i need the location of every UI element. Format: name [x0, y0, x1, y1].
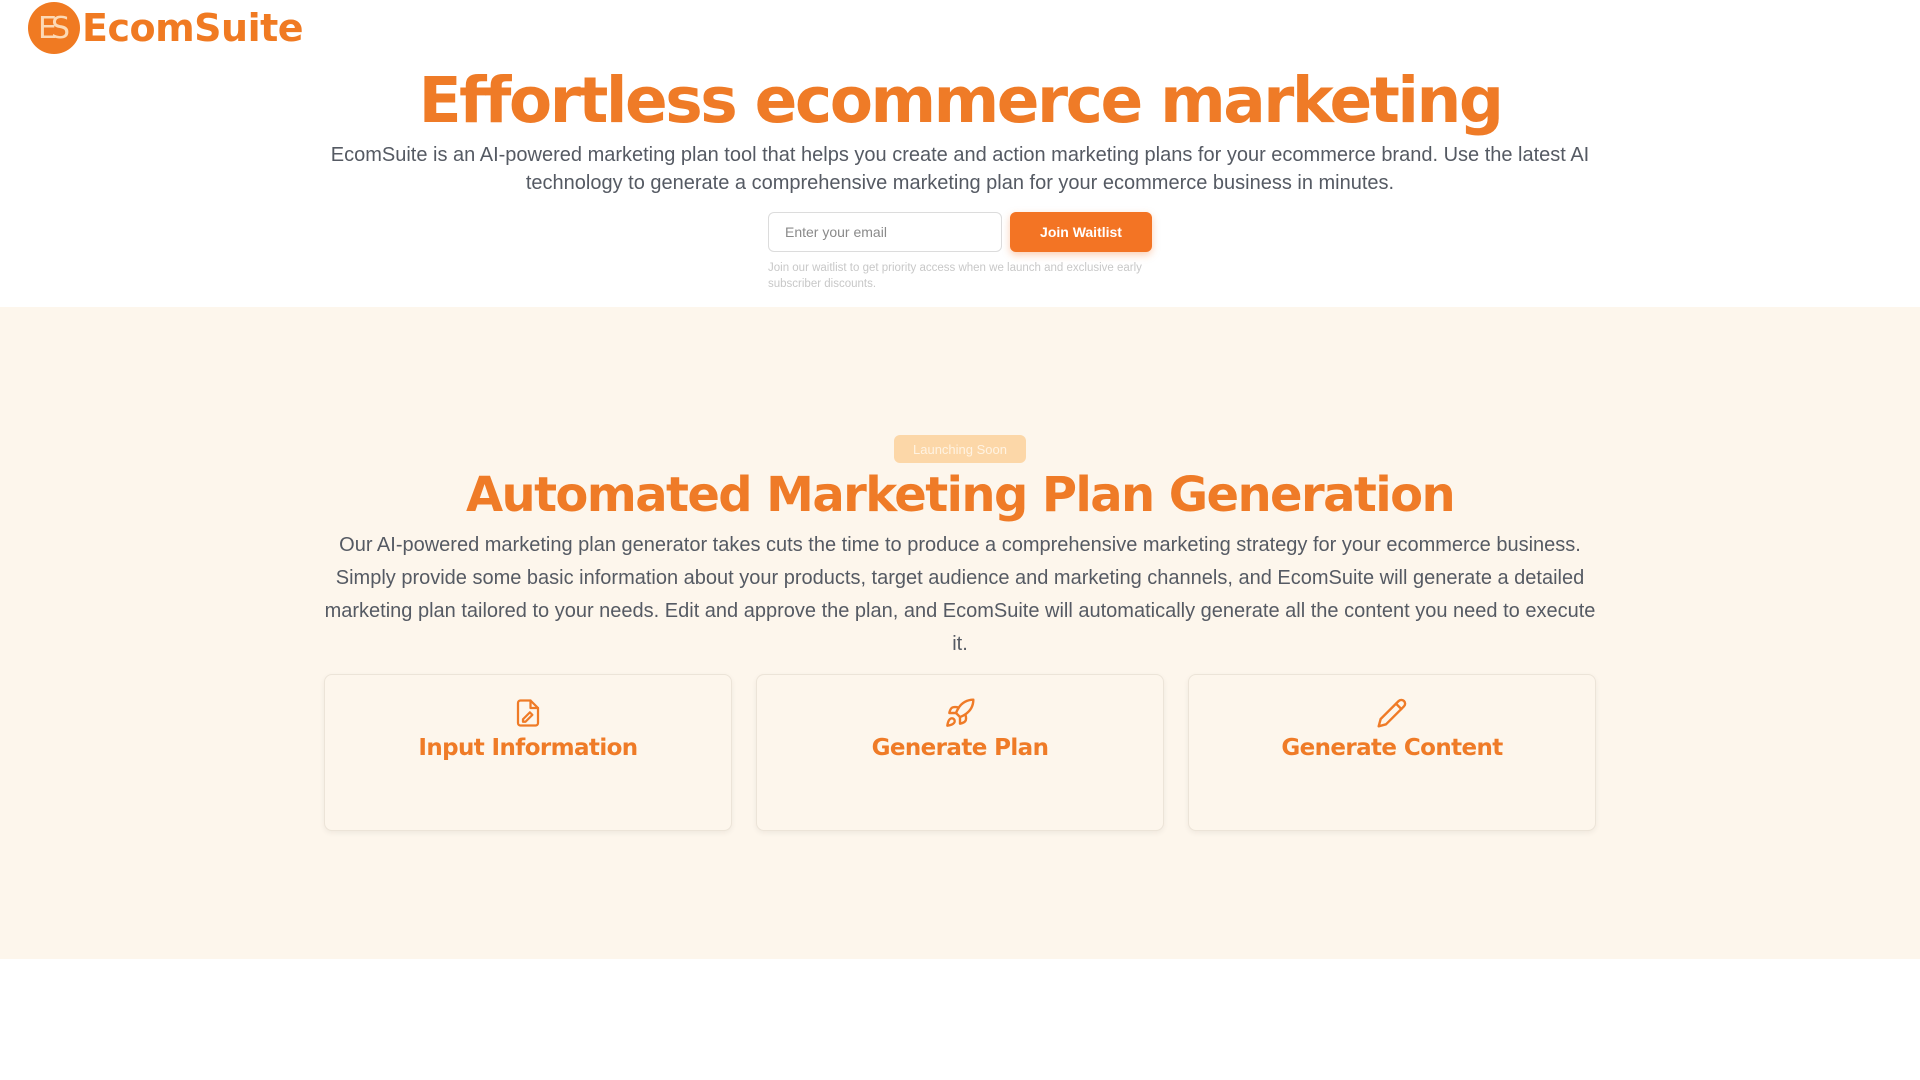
feature-card-generate-plan: Generate Plan — [756, 674, 1164, 831]
waitlist-form: Join Waitlist — [768, 212, 1152, 252]
join-waitlist-button[interactable]: Join Waitlist — [1010, 212, 1152, 252]
hero-description: EcomSuite is an AI-powered marketing pla… — [330, 144, 1590, 194]
feature-section: Launching Soon Automated Marketing Plan … — [0, 307, 1920, 959]
feature-card-generate-content: Generate Content — [1188, 674, 1596, 831]
section-title: Automated Marketing Plan Generation — [465, 467, 1456, 523]
hero-section: Effortless ecommerce marketing EcomSuite… — [0, 0, 1920, 307]
card-title: Input Information — [418, 735, 638, 761]
card-title: Generate Content — [1281, 735, 1503, 761]
pencil-icon — [1189, 697, 1595, 729]
launching-soon-badge: Launching Soon — [894, 435, 1026, 463]
waitlist-note: Join our waitlist to get priority access… — [768, 262, 1142, 290]
section-description: Our AI-powered marketing plan generator … — [324, 534, 1596, 655]
rocket-icon — [757, 697, 1163, 729]
email-input[interactable] — [768, 212, 1002, 252]
feature-cards: Input Information Generate Plan Generate… — [324, 674, 1596, 831]
card-title: Generate Plan — [871, 735, 1049, 761]
hero-title: Effortless ecommerce marketing — [418, 64, 1504, 137]
feature-card-input-information: Input Information — [324, 674, 732, 831]
file-edit-icon — [325, 697, 731, 729]
